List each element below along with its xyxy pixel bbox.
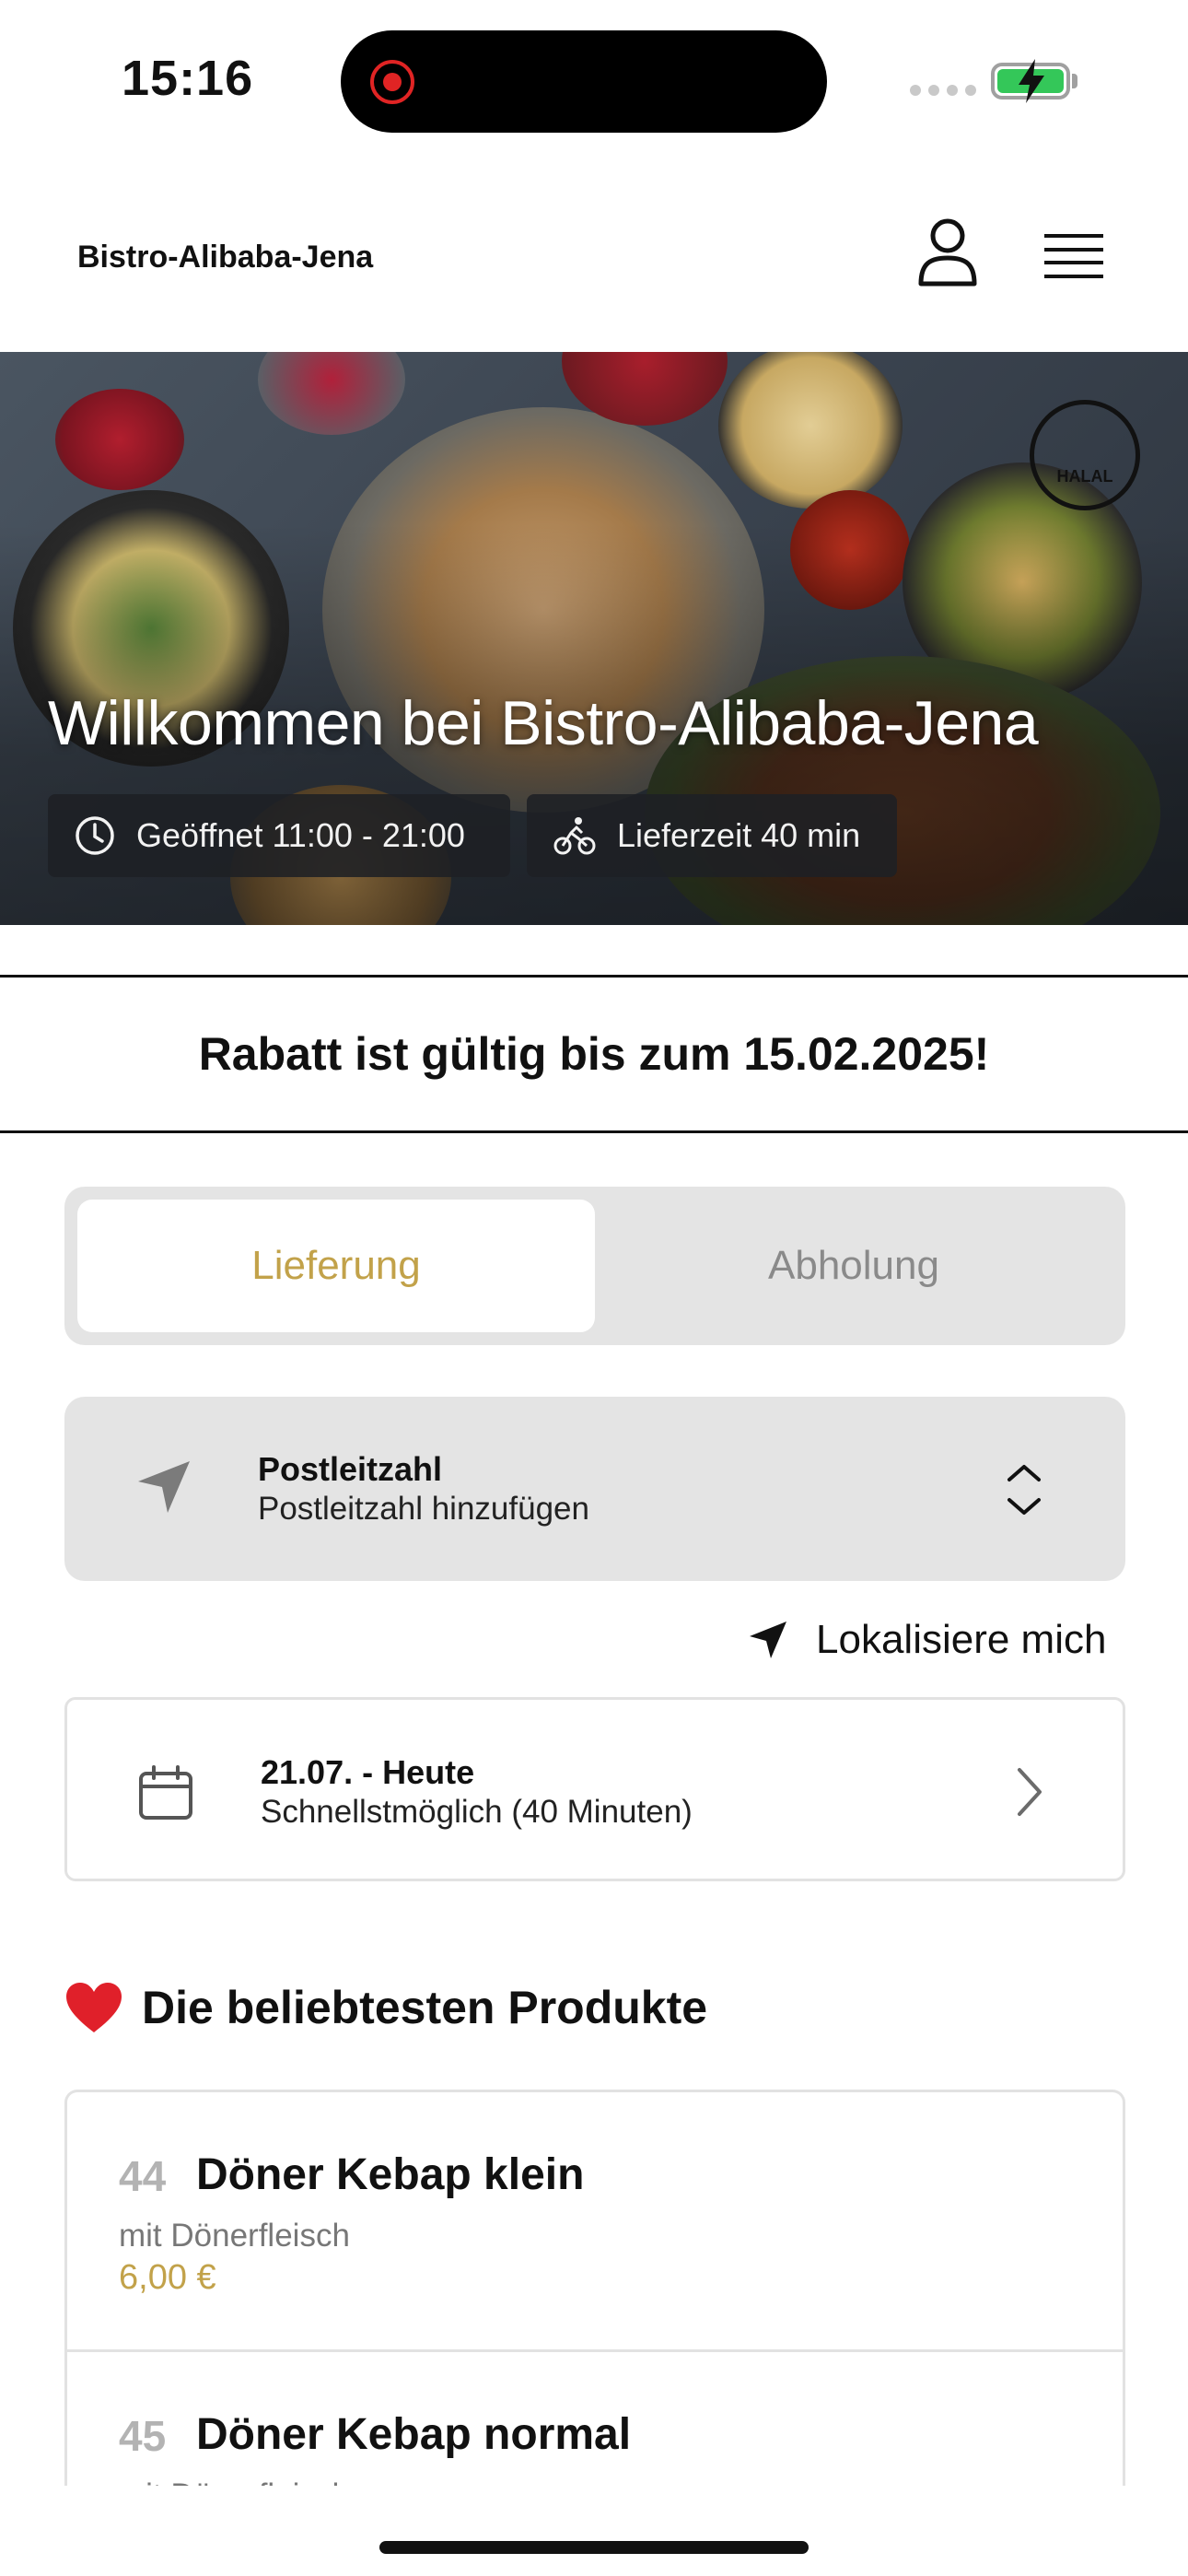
product-number: 45 <box>119 2412 167 2460</box>
product-description: mit Dönerfleisch <box>119 2477 350 2486</box>
product-price: 6,00 € <box>119 2258 216 2297</box>
postcode-placeholder: Postleitzahl hinzufügen <box>258 1491 589 1527</box>
signal-dots-icon <box>910 85 976 96</box>
clock-icon <box>76 816 114 855</box>
user-icon[interactable] <box>917 217 978 287</box>
halal-badge-text: HALAL <box>1056 466 1113 486</box>
battery-cap <box>1072 74 1077 88</box>
postcode-selector[interactable]: Postleitzahl Postleitzahl hinzufügen <box>64 1397 1125 1581</box>
postcode-label: Postleitzahl <box>258 1450 443 1488</box>
delivery-time-selector[interactable]: 21.07. - Heute Schnellstmöglich (40 Minu… <box>64 1697 1125 1881</box>
product-item[interactable]: 44 Döner Kebap klein mit Dönerfleisch 6,… <box>67 2092 1123 2352</box>
chevron-up-down-icon <box>1007 1465 1041 1515</box>
dynamic-island <box>341 30 827 133</box>
location-arrow-icon <box>750 1622 786 1658</box>
app-header: Bistro-Alibaba-Jena <box>0 157 1188 352</box>
popular-section-title: Die beliebtesten Produkte <box>64 1981 707 2034</box>
calendar-icon <box>139 1765 192 1820</box>
hero-banner: HALAL Willkommen bei Bistro-Alibaba-Jena… <box>0 352 1188 925</box>
delivery-time-option: Schnellstmöglich (40 Minuten) <box>261 1794 693 1830</box>
home-indicator[interactable] <box>379 2541 809 2554</box>
opening-hours-text: Geöffnet 11:00 - 21:00 <box>136 816 465 854</box>
popular-title: Die beliebtesten Produkte <box>142 1982 708 2033</box>
tab-delivery[interactable]: Lieferung <box>77 1200 595 1332</box>
delivery-time-chip: Lieferzeit 40 min <box>527 794 897 877</box>
delivery-date: 21.07. - Heute <box>261 1753 475 1791</box>
promo-banner: Rabatt ist gültig bis zum 15.02.2025! <box>0 975 1188 1133</box>
locate-me-button[interactable]: Lokalisiere mich <box>748 1612 1106 1668</box>
product-name: Döner Kebap normal <box>196 2410 632 2459</box>
status-bar: 15:16 <box>0 0 1188 157</box>
bicycle-courier-icon <box>553 817 596 855</box>
locate-me-label: Lokalisiere mich <box>816 1617 1107 1662</box>
location-arrow-icon <box>138 1461 190 1513</box>
status-time: 15:16 <box>122 51 254 106</box>
product-number: 44 <box>119 2152 167 2200</box>
promo-text: Rabatt ist gültig bis zum 15.02.2025! <box>198 1028 990 1080</box>
delivery-time-text: Lieferzeit 40 min <box>617 816 861 854</box>
opening-hours-chip: Geöffnet 11:00 - 21:00 <box>48 794 510 877</box>
product-description: mit Dönerfleisch <box>119 2218 350 2254</box>
hero-title: Willkommen bei Bistro-Alibaba-Jena <box>48 688 1039 758</box>
popular-products-list: 44 Döner Kebap klein mit Dönerfleisch 6,… <box>64 2090 1125 2486</box>
heart-icon <box>66 1983 122 2032</box>
hamburger-menu-icon[interactable] <box>1044 232 1103 280</box>
record-icon <box>370 60 414 104</box>
product-item[interactable]: 45 Döner Kebap normal mit Dönerfleisch <box>67 2352 1123 2486</box>
charging-bolt-icon <box>1019 59 1044 103</box>
product-name: Döner Kebap klein <box>196 2150 585 2199</box>
halal-badge: HALAL <box>1030 400 1140 510</box>
order-mode-toggle: Lieferung Abholung <box>64 1187 1125 1345</box>
tab-pickup[interactable]: Abholung <box>595 1200 1112 1332</box>
chevron-right-icon <box>1018 1768 1042 1816</box>
brand-name[interactable]: Bistro-Alibaba-Jena <box>77 240 373 275</box>
